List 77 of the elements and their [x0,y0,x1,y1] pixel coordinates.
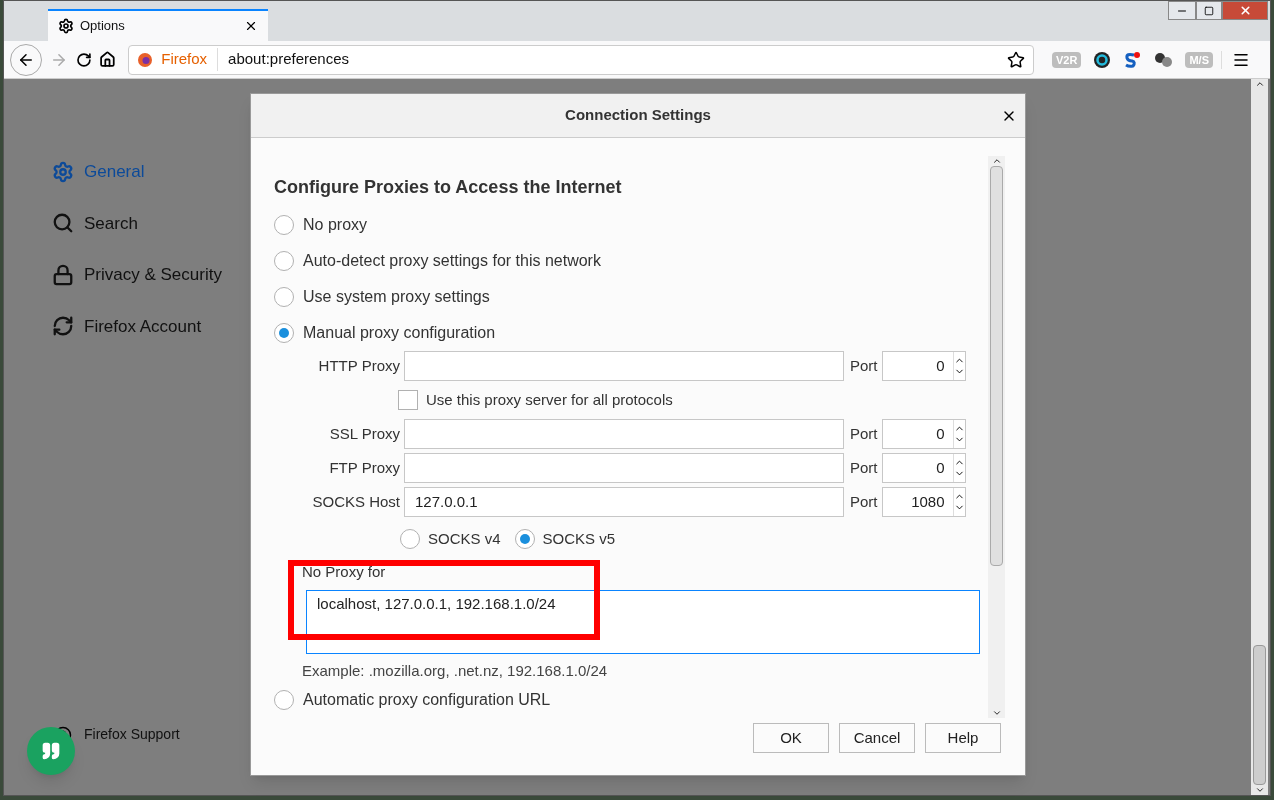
section-heading: Configure Proxies to Access the Internet [274,176,623,199]
proxy-label: HTTP Proxy [317,355,400,376]
radio-label: Use system proxy settings [303,287,490,307]
gear-icon [52,160,74,183]
maximize-button[interactable] [1196,1,1222,20]
checkbox-label: Use this proxy server for all protocols [426,389,673,410]
proxy-label: SOCKS Host [312,491,400,512]
no-proxy-field[interactable]: localhost, 127.0.0.1, 192.168.1.0/24 [306,589,980,654]
lock-icon [52,263,74,286]
radio-button[interactable] [274,287,294,307]
radio-button[interactable] [514,529,535,549]
scroll-down-icon[interactable] [991,708,1002,718]
proxy-field[interactable] [404,453,844,483]
radio-button[interactable] [274,215,294,235]
close-icon[interactable] [244,19,258,33]
chat-button[interactable] [27,727,75,775]
radio-button[interactable] [274,323,294,343]
dialog-button[interactable]: Help [925,723,1001,753]
proxy-field[interactable]: 127.0.0.1 [404,487,844,517]
dialog-button[interactable]: Cancel [839,723,915,753]
close-button[interactable] [1222,1,1268,20]
support-link[interactable]: Firefox Support [84,724,180,745]
radio-label: SOCKS v4 [428,528,501,549]
reload-icon[interactable] [75,51,92,68]
port-field[interactable]: 0 [881,351,966,381]
tab[interactable]: Options [48,9,268,41]
port-label: Port [850,355,878,376]
s-mark-icon[interactable] [1123,50,1142,69]
proxy-field[interactable] [404,419,844,449]
port-field[interactable]: 0 [881,453,966,483]
scrollbar-thumb[interactable] [990,166,1003,566]
port-label: Port [850,457,878,478]
port-label: Port [850,423,878,444]
scrollbar[interactable] [1251,79,1268,795]
home-icon[interactable] [99,51,117,68]
close-icon [1238,4,1252,17]
maximize-icon [1204,5,1214,16]
balls-icon[interactable] [1153,50,1174,69]
port-label: Port [850,491,878,512]
radio-button[interactable] [400,529,420,549]
dial-icon[interactable] [1093,50,1112,69]
gear-icon [58,18,74,34]
identity-label: Firefox [161,48,219,71]
scrollbar[interactable] [988,156,1005,718]
example-text: Example: .mozilla.org, .net.nz, 192.168.1.0/24 [302,660,609,681]
radio-button[interactable] [274,690,294,710]
radio-label: SOCKS v5 [542,528,616,549]
radio-label: Auto-detect proxy settings for this network [303,251,601,271]
dialog-title: Connection Settings [565,105,711,126]
scroll-up-icon[interactable] [1254,79,1265,89]
sidebar-item[interactable]: Privacy & Security [52,262,250,288]
radio-button[interactable] [274,251,294,271]
scrollbar-thumb[interactable] [1253,645,1266,785]
sync-icon [52,315,74,338]
sidebar-item[interactable]: Firefox Account [52,313,250,339]
dialog-button[interactable]: OK [753,723,829,753]
checkbox[interactable] [398,390,418,410]
no-proxy-label: No Proxy for [302,562,387,582]
radio-label: Automatic proxy configuration URL [303,690,551,710]
radio-label: No proxy [303,215,368,235]
sidebar-item[interactable]: Search [52,210,250,236]
minimize-button[interactable] [1168,1,1196,20]
browser-logo-icon [137,51,154,68]
proxy-label: FTP Proxy [328,457,400,478]
radio-label: Manual proxy configuration [303,323,496,343]
scroll-down-icon[interactable] [1254,785,1265,795]
proxy-field[interactable] [404,351,844,381]
scroll-up-icon[interactable] [991,156,1002,166]
port-field[interactable]: 1080 [881,487,966,517]
quote-icon [41,741,61,761]
bookmark-star-icon[interactable] [1007,50,1026,69]
port-field[interactable]: 0 [881,419,966,449]
search-icon [52,212,74,235]
tab-title: Options [80,17,126,36]
proxy-label: SSL Proxy [328,423,400,444]
url-text: about:preferences [227,49,350,70]
address-bar[interactable]: Firefox about:preferences [128,44,1035,75]
